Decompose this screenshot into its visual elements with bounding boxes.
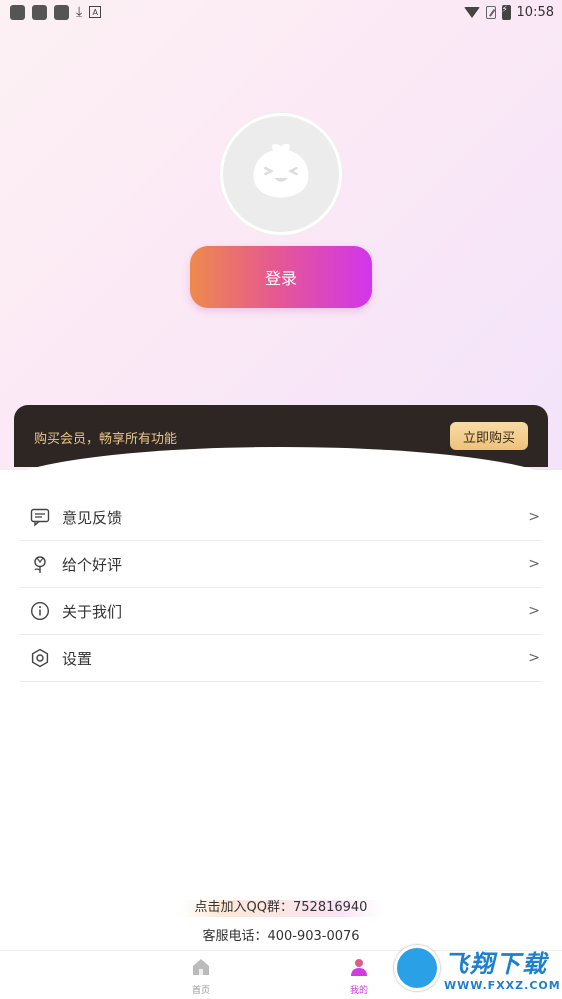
status-time: 10:58	[516, 4, 554, 20]
vip-banner[interactable]: 购买会员，畅享所有功能 立即购买	[0, 405, 562, 487]
qq-group-text: 点击加入QQ群：752816940	[180, 900, 382, 917]
site-watermark: 飞翔下载 WWW.FXXZ.COM	[394, 940, 562, 996]
user-icon	[351, 959, 367, 976]
download-icon: ⤓	[76, 4, 83, 20]
status-system: 10:58	[463, 4, 554, 20]
battery-charging-icon	[501, 4, 511, 20]
header-background	[0, 0, 562, 470]
notification-app-icon	[54, 4, 69, 20]
status-bar: ⤓ A 10:58	[0, 0, 562, 24]
tab-label: 我的	[349, 986, 368, 996]
status-notifications: ⤓ A	[10, 4, 102, 20]
chevron-right-icon: >	[528, 603, 540, 619]
watermark-logo-icon	[394, 945, 440, 991]
menu-item-about[interactable]: 关于我们 >	[20, 588, 542, 635]
menu-item-label: 关于我们	[62, 602, 123, 621]
watermark-title: 飞翔下载	[444, 950, 548, 978]
tab-mine[interactable]: 我的	[329, 957, 389, 996]
flower-icon	[30, 554, 50, 574]
notification-a-icon: A	[89, 6, 102, 18]
settings-menu: 意见反馈 > 给个好评 > 关于我们 > 设置 >	[20, 494, 542, 682]
no-sim-icon	[485, 5, 496, 19]
menu-item-settings[interactable]: 设置 >	[20, 635, 542, 682]
notification-app-icon	[10, 4, 25, 20]
avatar[interactable]	[220, 113, 342, 235]
chevron-right-icon: >	[528, 556, 540, 572]
settings-icon	[30, 648, 50, 668]
wifi-icon	[463, 6, 480, 18]
chevron-right-icon: >	[528, 509, 540, 525]
info-icon	[30, 601, 50, 621]
notification-app-icon	[32, 4, 47, 20]
message-icon	[30, 507, 50, 527]
chevron-right-icon: >	[528, 650, 540, 666]
watermark-url: WWW.FXXZ.COM	[444, 979, 561, 992]
vip-promo-text: 购买会员，畅享所有功能	[34, 432, 178, 447]
home-icon	[193, 959, 209, 975]
buy-now-button[interactable]: 立即购买	[450, 422, 528, 450]
login-button[interactable]: 登录	[190, 246, 372, 308]
default-avatar-icon	[253, 143, 309, 198]
tab-home[interactable]: 首页	[171, 957, 231, 996]
qq-group-link[interactable]: 点击加入QQ群：752816940	[0, 896, 562, 917]
menu-item-label: 给个好评	[62, 555, 123, 574]
tab-label: 首页	[191, 986, 210, 996]
menu-item-feedback[interactable]: 意见反馈 >	[20, 494, 542, 541]
menu-item-label: 设置	[62, 649, 93, 668]
menu-item-rate[interactable]: 给个好评 >	[20, 541, 542, 588]
menu-item-label: 意见反馈	[62, 508, 123, 527]
